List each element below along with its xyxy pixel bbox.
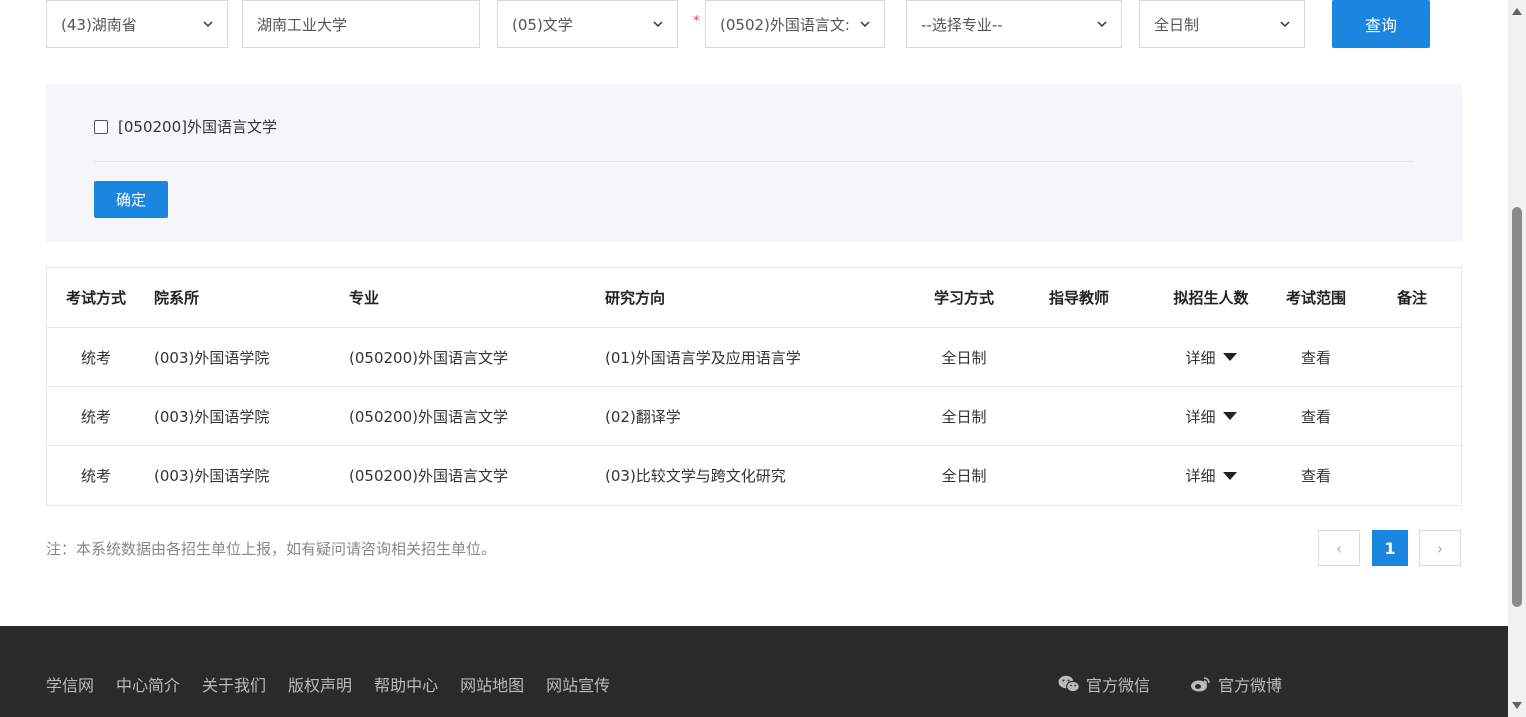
chevron-down-icon bbox=[1280, 21, 1290, 28]
header-research-direction: 研究方向 bbox=[605, 289, 666, 307]
major-checkbox-label[interactable]: [050200]外国语言文学 bbox=[118, 116, 277, 137]
footer-link-chsi[interactable]: 学信网 bbox=[46, 672, 94, 696]
school-input[interactable]: 湖南工业大学 bbox=[242, 0, 480, 48]
cell-exam-type: 统考 bbox=[80, 467, 111, 485]
cell-research-direction: (02)翻译学 bbox=[605, 407, 681, 426]
cell-research-direction: (03)比较文学与跨文化研究 bbox=[605, 467, 786, 485]
table-header-row: 考试方式 院系所 专业 研究方向 学习方式 指导教师 拟招生人数 考试范围 备注 bbox=[47, 268, 1461, 328]
detail-dropdown[interactable]: 详细 bbox=[1167, 387, 1255, 445]
view-link[interactable]: 查看 bbox=[1282, 387, 1350, 445]
footer-link-help[interactable]: 帮助中心 bbox=[374, 672, 438, 696]
discipline-select[interactable]: (0502)外国语言文: bbox=[705, 0, 885, 48]
prev-page-button[interactable]: ‹ bbox=[1318, 530, 1360, 566]
detail-label[interactable]: 详细 bbox=[1185, 347, 1215, 368]
caret-down-icon[interactable] bbox=[1222, 353, 1237, 361]
weibo-icon bbox=[1191, 677, 1210, 692]
major-checkbox[interactable] bbox=[94, 119, 108, 134]
header-exam-scope: 考试范围 bbox=[1285, 289, 1346, 307]
disclaimer-note: 注：本系统数据由各招生单位上报，如有疑问请咨询相关招生单位。 bbox=[46, 540, 497, 558]
category-select[interactable]: (05)文学 bbox=[497, 0, 678, 48]
header-advisor: 指导教师 bbox=[1049, 289, 1110, 307]
wechat-icon bbox=[1058, 675, 1080, 693]
view-link[interactable]: 查看 bbox=[1282, 446, 1350, 505]
cell-exam-type: 统考 bbox=[80, 407, 111, 426]
caret-down-icon[interactable] bbox=[1222, 412, 1237, 420]
chevron-down-icon bbox=[860, 21, 870, 28]
major-select-value: --选择专业-- bbox=[921, 15, 1003, 34]
required-marker: * bbox=[693, 14, 700, 29]
header-major: 专业 bbox=[349, 289, 380, 307]
scroll-down-icon[interactable] bbox=[1512, 702, 1522, 709]
detail-label[interactable]: 详细 bbox=[1185, 406, 1215, 427]
footer-social: 官方微信 官方微博 bbox=[1058, 672, 1282, 696]
detail-dropdown[interactable]: 详细 bbox=[1167, 446, 1255, 505]
major-checkbox-row[interactable]: [050200]外国语言文学 bbox=[94, 116, 277, 137]
header-remarks: 备注 bbox=[1397, 289, 1428, 307]
cell-major: (050200)外国语言文学 bbox=[349, 407, 508, 426]
school-input-value: 湖南工业大学 bbox=[257, 15, 348, 34]
cell-major: (050200)外国语言文学 bbox=[349, 348, 508, 367]
view-link[interactable]: 查看 bbox=[1282, 328, 1350, 386]
chevron-down-icon bbox=[1097, 21, 1107, 28]
cell-department: (003)外国语学院 bbox=[154, 467, 270, 485]
study-mode-select[interactable]: 全日制 bbox=[1139, 0, 1305, 48]
wechat-link[interactable]: 官方微信 bbox=[1058, 672, 1150, 696]
table-row: 统考 (003)外国语学院 (050200)外国语言文学 (02)翻译学 全日制… bbox=[47, 387, 1461, 446]
cell-study-mode: 全日制 bbox=[941, 407, 987, 426]
next-page-button[interactable]: › bbox=[1419, 530, 1461, 566]
cell-exam-type: 统考 bbox=[80, 348, 111, 367]
category-select-value: (05)文学 bbox=[512, 15, 573, 34]
detail-label[interactable]: 详细 bbox=[1185, 465, 1215, 486]
major-select[interactable]: --选择专业-- bbox=[906, 0, 1122, 48]
chevron-down-icon bbox=[203, 21, 213, 28]
header-exam-type: 考试方式 bbox=[65, 289, 126, 307]
province-select[interactable]: (43)湖南省 bbox=[46, 0, 228, 48]
footer-link-about-center[interactable]: 中心简介 bbox=[116, 672, 180, 696]
page-1-button[interactable]: 1 bbox=[1372, 530, 1408, 566]
vertical-scrollbar[interactable] bbox=[1508, 0, 1526, 717]
cell-study-mode: 全日制 bbox=[941, 467, 987, 485]
footer-link-sitemap[interactable]: 网站地图 bbox=[460, 672, 524, 696]
cell-major: (050200)外国语言文学 bbox=[349, 467, 508, 485]
study-mode-select-value: 全日制 bbox=[1154, 15, 1200, 34]
major-selection-panel: [050200]外国语言文学 确定 bbox=[46, 84, 1462, 242]
caret-down-icon[interactable] bbox=[1222, 471, 1237, 480]
footer: 学信网 中心简介 关于我们 版权声明 帮助中心 网站地图 网站宣传 官方微信 官… bbox=[0, 626, 1508, 717]
cell-study-mode: 全日制 bbox=[941, 348, 987, 367]
cell-department: (003)外国语学院 bbox=[154, 348, 270, 367]
weibo-label[interactable]: 官方微博 bbox=[1218, 672, 1282, 696]
weibo-link[interactable]: 官方微博 bbox=[1190, 672, 1282, 696]
discipline-select-value: (0502)外国语言文: bbox=[720, 15, 850, 34]
footer-link-copyright[interactable]: 版权声明 bbox=[288, 672, 352, 696]
header-department: 院系所 bbox=[154, 289, 200, 307]
page: (43)湖南省 湖南工业大学 (05)文学 * (0502)外国语言文: --选… bbox=[0, 0, 1526, 717]
panel-divider bbox=[94, 161, 1414, 162]
table-row: 统考 (003)外国语学院 (050200)外国语言文学 (03)比较文学与跨文… bbox=[47, 446, 1461, 505]
footer-link-about-us[interactable]: 关于我们 bbox=[202, 672, 266, 696]
header-enrollment: 拟招生人数 bbox=[1173, 289, 1249, 307]
detail-dropdown[interactable]: 详细 bbox=[1167, 328, 1255, 386]
footer-links: 学信网 中心简介 关于我们 版权声明 帮助中心 网站地图 网站宣传 bbox=[46, 672, 610, 696]
cell-department: (003)外国语学院 bbox=[154, 407, 270, 426]
query-button[interactable]: 查询 bbox=[1332, 0, 1430, 48]
scrollbar-thumb[interactable] bbox=[1512, 207, 1522, 607]
header-study-mode: 学习方式 bbox=[933, 289, 994, 307]
table-row: 统考 (003)外国语学院 (050200)外国语言文学 (01)外国语言学及应… bbox=[47, 328, 1461, 387]
province-select-value: (43)湖南省 bbox=[61, 15, 137, 34]
chevron-down-icon bbox=[653, 21, 663, 28]
cell-research-direction: (01)外国语言学及应用语言学 bbox=[605, 348, 801, 367]
footer-link-promotion[interactable]: 网站宣传 bbox=[546, 672, 610, 696]
wechat-label[interactable]: 官方微信 bbox=[1086, 672, 1150, 696]
results-table: 考试方式 院系所 专业 研究方向 学习方式 指导教师 拟招生人数 考试范围 备注… bbox=[46, 267, 1462, 506]
scroll-up-icon[interactable] bbox=[1512, 8, 1522, 15]
confirm-button[interactable]: 确定 bbox=[94, 181, 168, 218]
